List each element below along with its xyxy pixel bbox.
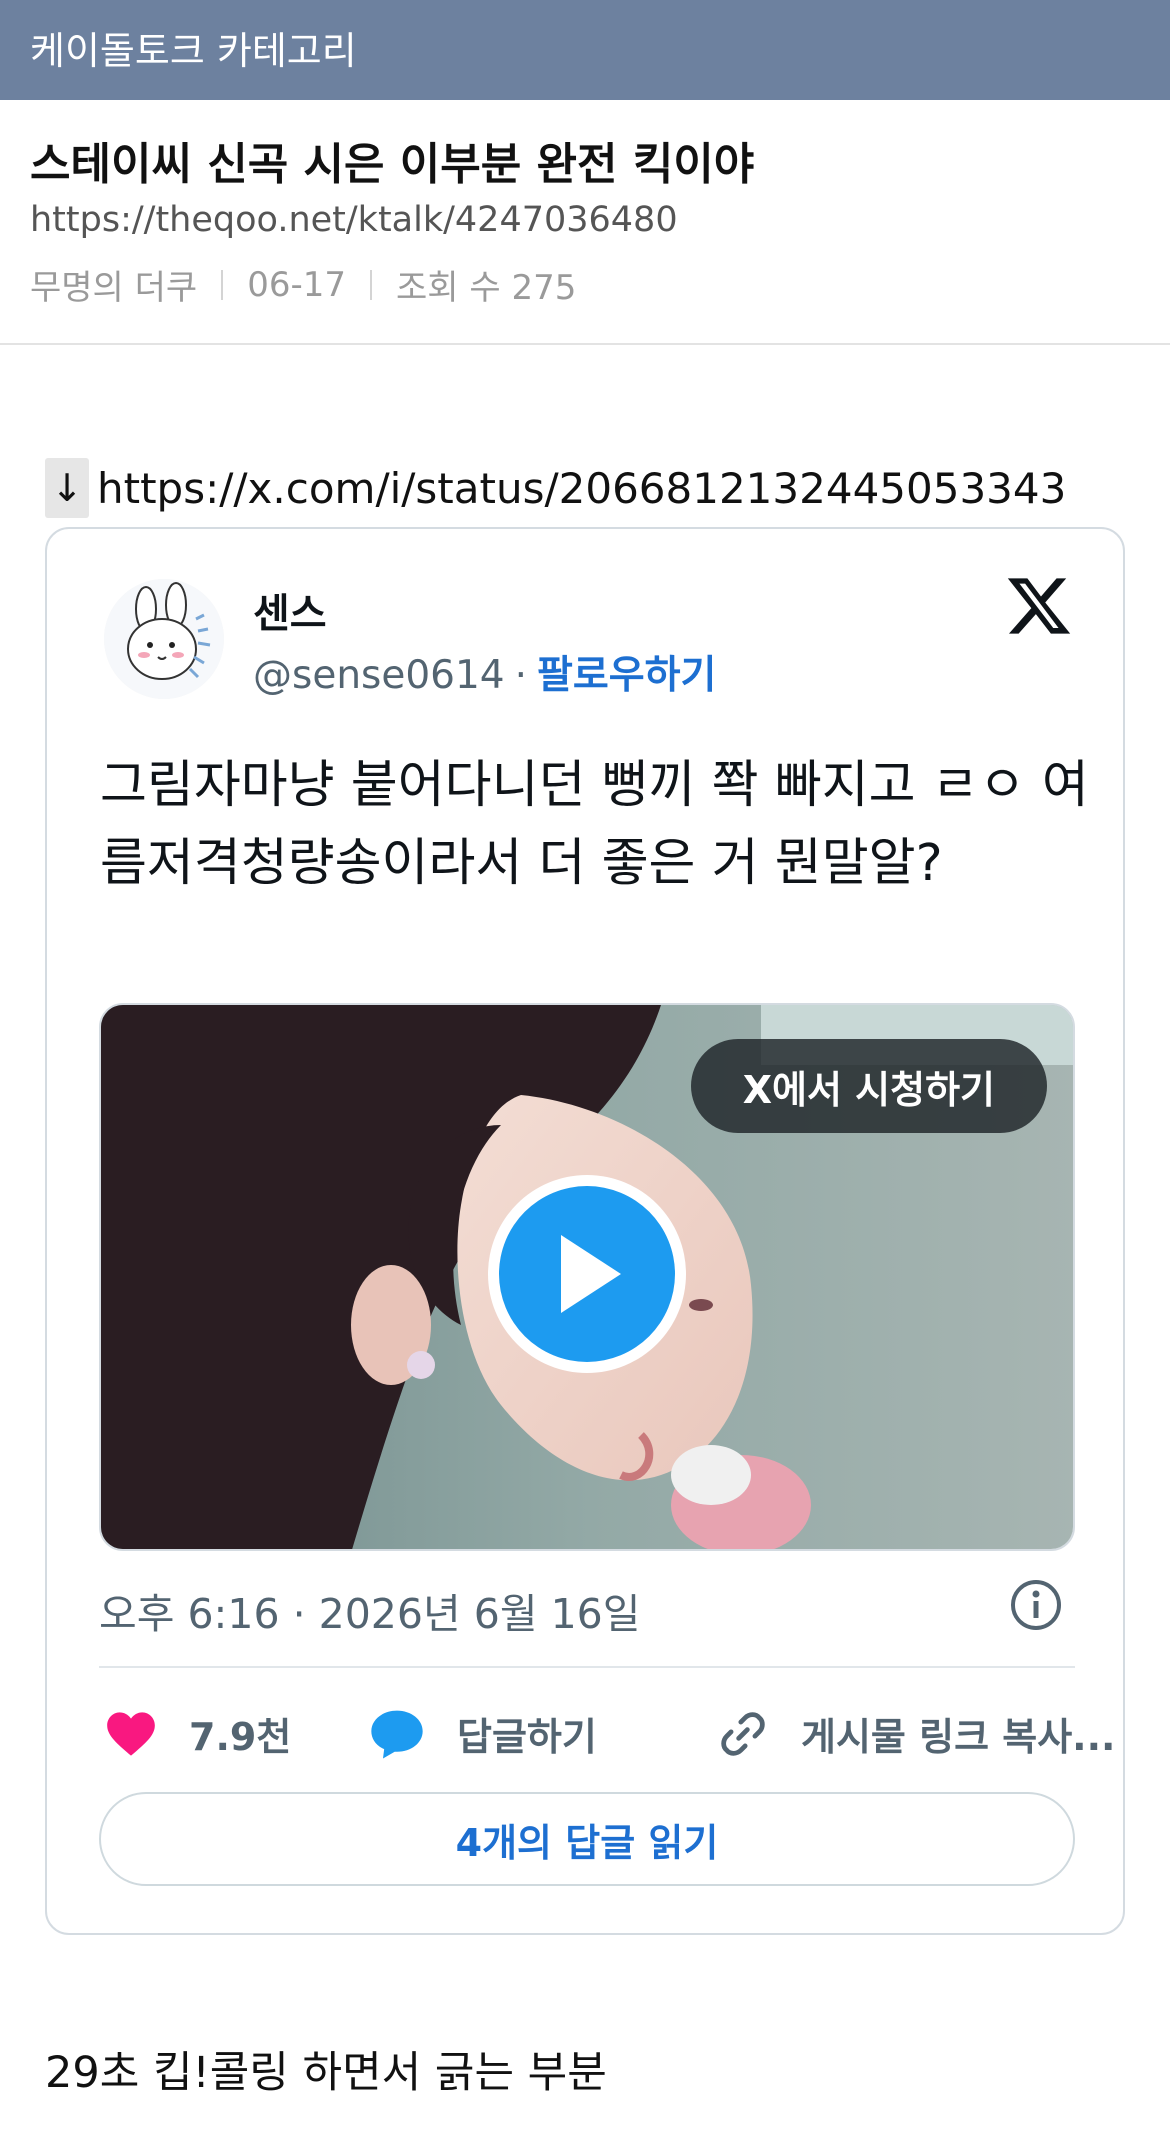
watch-on-x-button[interactable]: X에서 시청하기	[690, 1039, 1047, 1133]
post-author: 무명의 더쿠	[30, 268, 198, 308]
meta-divider	[370, 269, 373, 300]
down-arrow-icon: ↓	[45, 458, 89, 518]
embed-link-line: ↓ https://x.com/i/status/206681213244505…	[45, 458, 1066, 518]
link-icon	[721, 1711, 765, 1756]
meta-divider	[221, 269, 224, 300]
tweet-handle-line: @sense0614 · 팔로우하기	[253, 644, 716, 700]
read-replies-button[interactable]: 4개의 답글 읽기	[99, 1792, 1075, 1886]
tweet-actions: 7.9천 답글하기 게시물 링크 복사...	[99, 1694, 1116, 1774]
reply-bubble-icon	[371, 1710, 423, 1758]
heart-icon	[107, 1711, 155, 1756]
post-title: 스테이씨 신곡 시은 이부분 완전 킥이야	[30, 139, 755, 190]
post-body-text: 29초 킵!콜링 하면서 긁는 부분	[45, 2048, 607, 2098]
like-button[interactable]: 7.9천	[105, 1706, 291, 1761]
tweet-display-name[interactable]: 센스	[253, 581, 327, 639]
avatar[interactable]	[104, 579, 224, 699]
tweet-video[interactable]: X에서 시청하기	[99, 1003, 1075, 1551]
post-meta: 무명의 더쿠 06-17 조회 수 275	[30, 260, 576, 309]
post-date: 06-17	[247, 264, 347, 305]
post-url[interactable]: https://theqoo.net/ktalk/4247036480	[30, 200, 678, 240]
reply-button[interactable]: 답글하기	[369, 1706, 597, 1761]
play-button[interactable]	[488, 1175, 686, 1373]
copy-link-button[interactable]: 게시물 링크 복사...	[717, 1706, 1116, 1761]
follow-button[interactable]: 팔로우하기	[537, 653, 716, 698]
post-views: 조회 수 275	[396, 268, 577, 308]
tweet-handle[interactable]: @sense0614	[253, 653, 505, 698]
embed-link-url[interactable]: https://x.com/i/status/20668121324450533…	[97, 464, 1066, 513]
reply-label: 답글하기	[457, 1715, 597, 1759]
handle-separator: ·	[514, 653, 528, 698]
tweet-embed-card[interactable]: 센스 @sense0614 · 팔로우하기 그림자마냥 붙어다니던 뻥끼 쫙 빠지고…	[45, 527, 1125, 1935]
tweet-divider	[99, 1666, 1075, 1668]
copy-link-label: 게시물 링크 복사...	[801, 1715, 1116, 1759]
tweet-timestamp[interactable]: 오후 6:16 · 2026년 6월 16일	[99, 1580, 640, 1640]
post-header: 스테이씨 신곡 시은 이부분 완전 킥이야 https://theqoo.net…	[0, 100, 1170, 345]
info-icon[interactable]	[1009, 1578, 1063, 1632]
play-icon	[499, 1186, 675, 1362]
like-count: 7.9천	[189, 1715, 292, 1759]
top-bar: 케이돌토크 카테고리	[0, 0, 1170, 100]
tweet-text: 그림자마냥 붙어다니던 뻥끼 쫙 빠지고 ㄹㅇ 여름저격청량송이라서 더 좋은 …	[100, 756, 1089, 893]
category-title[interactable]: 케이돌토크 카테고리	[30, 20, 357, 75]
x-logo-icon[interactable]	[1005, 572, 1073, 640]
